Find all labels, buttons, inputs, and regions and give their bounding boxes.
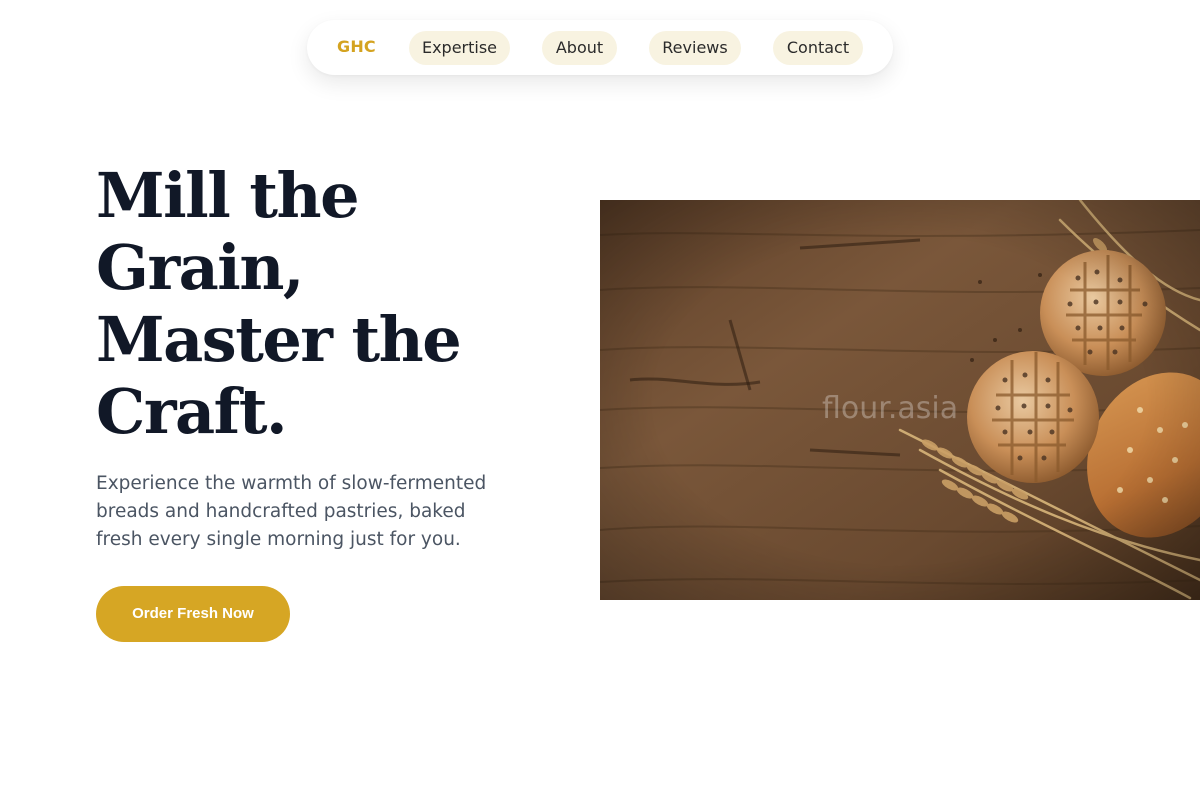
hero-title-line: Master the: [96, 303, 462, 376]
hero-subtitle-line: fresh every single morning just for you.: [96, 529, 461, 550]
nav-link-contact[interactable]: Contact: [773, 31, 863, 65]
hero-subtitle-line: Experience the warmth of slow-fermented: [96, 473, 487, 494]
order-fresh-now-button[interactable]: Order Fresh Now: [96, 586, 290, 642]
nav-link-reviews[interactable]: Reviews: [649, 31, 741, 65]
brand-logo[interactable]: GHC: [337, 37, 376, 56]
hero-subtitle-line: breads and handcrafted pastries, baked: [96, 501, 466, 522]
hero-title-line: Mill the: [96, 159, 360, 232]
nav-link-expertise[interactable]: Expertise: [409, 31, 510, 65]
watermark-text: flour.asia: [822, 391, 958, 426]
top-nav: GHC Expertise About Reviews Contact: [307, 20, 893, 75]
hero-title: Mill the Grain, Master the Craft.: [96, 160, 516, 448]
hero-title-line: Craft.: [96, 375, 288, 448]
hero-bread-image: flour.asia: [600, 200, 1200, 600]
nav-link-about[interactable]: About: [542, 31, 617, 65]
hero-subtitle: Experience the warmth of slow-fermented …: [96, 470, 516, 554]
hero-title-line: Grain,: [96, 231, 305, 304]
